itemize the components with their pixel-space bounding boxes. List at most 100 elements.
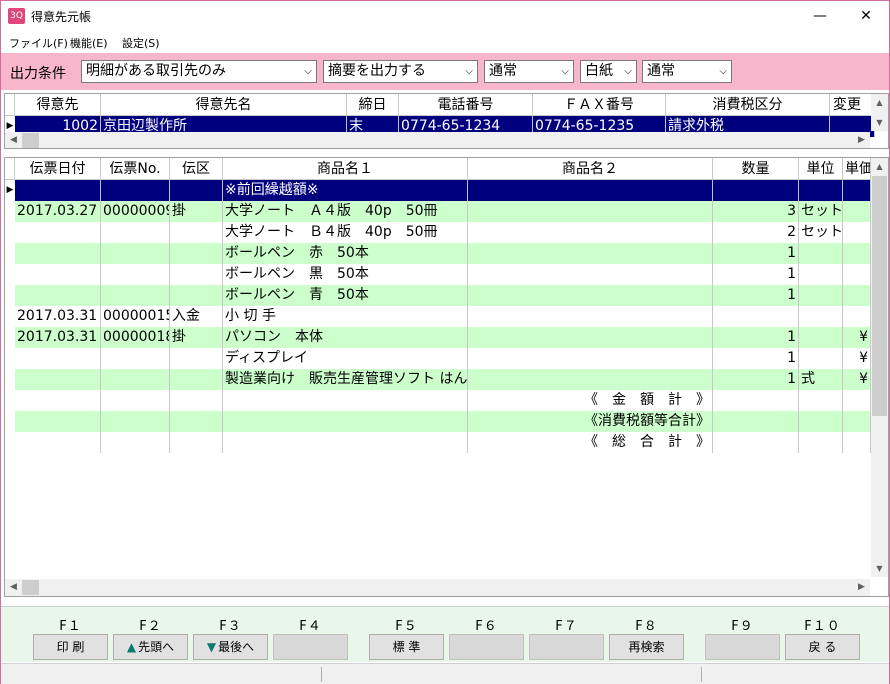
item-name-1-cell[interactable]: 製造業向け 販売生産管理ソフト はんばいＱ－Ｓ xyxy=(223,369,468,390)
slip-no-cell[interactable] xyxy=(101,264,170,285)
col-customer-code[interactable]: 得意先 xyxy=(15,94,101,116)
paper-select[interactable]: 白紙 ⌵ xyxy=(580,60,637,83)
slip-type-cell[interactable] xyxy=(170,264,223,285)
slip-date-cell[interactable] xyxy=(15,264,101,285)
slip-type-cell[interactable] xyxy=(170,390,223,411)
col-tax-type[interactable]: 消費税区分 xyxy=(666,94,830,116)
unit-price-cell[interactable] xyxy=(843,432,871,453)
slip-type-cell[interactable]: 入金 xyxy=(170,306,223,327)
unit-price-cell[interactable]: ¥ xyxy=(843,369,871,390)
col-slip-no[interactable]: 伝票No. xyxy=(101,158,170,180)
col-fax[interactable]: ＦＡＸ番号 xyxy=(533,94,666,116)
item-name-2-cell[interactable] xyxy=(468,201,713,222)
fkey-button-f3[interactable]: ▼ 最後へ xyxy=(193,634,268,660)
unit-price-cell[interactable]: ¥ xyxy=(843,327,871,348)
slip-type-cell[interactable] xyxy=(170,432,223,453)
slip-date-cell[interactable]: 2017.03.31 xyxy=(15,306,101,327)
item-name-1-cell[interactable]: ディスプレイ xyxy=(223,348,468,369)
quantity-cell[interactable]: 1 xyxy=(713,285,799,306)
detail-grid-vscrollbar[interactable]: ▲ ▼ xyxy=(871,158,888,577)
fkey-button-f4[interactable] xyxy=(273,634,348,660)
unit-cell[interactable]: セット xyxy=(799,222,843,243)
fkey-button-f7[interactable] xyxy=(529,634,604,660)
col-item-name-2[interactable]: 商品名２ xyxy=(468,158,713,180)
scroll-up-icon[interactable]: ▲ xyxy=(871,158,888,175)
slip-date-cell[interactable] xyxy=(15,243,101,264)
customer-grid-hscrollbar[interactable]: ◀ ▶ xyxy=(5,132,870,148)
slip-date-cell[interactable] xyxy=(15,369,101,390)
scroll-right-icon[interactable]: ▶ xyxy=(853,579,870,596)
slip-date-cell[interactable] xyxy=(15,390,101,411)
scroll-left-icon[interactable]: ◀ xyxy=(5,132,22,148)
col-closing-day[interactable]: 締日 xyxy=(347,94,399,116)
quantity-cell[interactable]: 1 xyxy=(713,243,799,264)
unit-cell[interactable] xyxy=(799,432,843,453)
scroll-left-icon[interactable]: ◀ xyxy=(5,579,22,596)
item-name-2-cell[interactable]: 《 総 合 計 》 xyxy=(468,432,713,453)
slip-type-cell[interactable] xyxy=(170,348,223,369)
quantity-cell[interactable]: 1 xyxy=(713,369,799,390)
slip-date-cell[interactable]: 2017.03.27 xyxy=(15,201,101,222)
quantity-cell[interactable] xyxy=(713,411,799,432)
slip-date-cell[interactable] xyxy=(15,180,101,201)
unit-price-cell[interactable] xyxy=(843,180,871,201)
detail-filter-select[interactable]: 明細がある取引先のみ ⌵ xyxy=(81,60,317,83)
menu-file[interactable]: ファイル(F) xyxy=(9,35,68,51)
menu-function[interactable]: 機能(E) xyxy=(70,35,108,51)
slip-no-cell[interactable] xyxy=(101,432,170,453)
quantity-cell[interactable] xyxy=(713,306,799,327)
scroll-down-icon[interactable]: ▼ xyxy=(871,560,888,577)
item-name-2-cell[interactable] xyxy=(468,264,713,285)
unit-price-cell[interactable] xyxy=(843,411,871,432)
scroll-thumb[interactable] xyxy=(22,133,39,148)
slip-no-cell[interactable] xyxy=(101,180,170,201)
unit-cell[interactable] xyxy=(799,390,843,411)
item-name-2-cell[interactable]: 《消費税額等合計》 xyxy=(468,411,713,432)
fkey-button-f8[interactable]: 再検索 xyxy=(609,634,684,660)
unit-cell[interactable] xyxy=(799,285,843,306)
unit-cell[interactable] xyxy=(799,264,843,285)
unit-price-cell[interactable] xyxy=(843,243,871,264)
unit-price-cell[interactable] xyxy=(843,264,871,285)
unit-cell[interactable] xyxy=(799,411,843,432)
item-name-1-cell[interactable]: ※前回繰越額※ xyxy=(223,180,468,201)
slip-type-cell[interactable] xyxy=(170,222,223,243)
customer-grid[interactable]: 得意先 得意先名 締日 電話番号 ＦＡＸ番号 消費税区分 変更 ▶ 1002 京… xyxy=(4,93,889,149)
quantity-cell[interactable] xyxy=(713,432,799,453)
col-quantity[interactable]: 数量 xyxy=(713,158,799,180)
col-slip-date[interactable]: 伝票日付 xyxy=(15,158,101,180)
col-slip-type[interactable]: 伝区 xyxy=(170,158,223,180)
item-name-1-cell[interactable]: 小 切 手 xyxy=(223,306,468,327)
unit-cell[interactable] xyxy=(799,348,843,369)
quantity-cell[interactable] xyxy=(713,390,799,411)
slip-date-cell[interactable] xyxy=(15,222,101,243)
slip-type-cell[interactable] xyxy=(170,411,223,432)
slip-type-cell[interactable] xyxy=(170,243,223,264)
slip-date-cell[interactable]: 2017.03.31 xyxy=(15,327,101,348)
slip-no-cell[interactable]: 00000009 xyxy=(101,201,170,222)
slip-date-cell[interactable] xyxy=(15,348,101,369)
col-customer-name[interactable]: 得意先名 xyxy=(101,94,347,116)
quantity-cell[interactable]: 1 xyxy=(713,327,799,348)
unit-price-cell[interactable] xyxy=(843,306,871,327)
scroll-right-icon[interactable]: ▶ xyxy=(853,132,870,148)
col-changed[interactable]: 変更 xyxy=(830,94,875,116)
slip-type-cell[interactable]: 掛 xyxy=(170,201,223,222)
slip-date-cell[interactable] xyxy=(15,285,101,306)
item-name-2-cell[interactable] xyxy=(468,348,713,369)
col-item-name-1[interactable]: 商品名１ xyxy=(223,158,468,180)
slip-no-cell[interactable] xyxy=(101,369,170,390)
fkey-button-f6[interactable] xyxy=(449,634,524,660)
scroll-down-icon[interactable]: ▼ xyxy=(871,114,888,131)
unit-cell[interactable] xyxy=(799,180,843,201)
close-button[interactable]: ✕ xyxy=(843,1,889,31)
slip-no-cell[interactable]: 00000015 xyxy=(101,306,170,327)
slip-type-cell[interactable] xyxy=(170,369,223,390)
unit-cell[interactable]: 式 xyxy=(799,369,843,390)
col-unit[interactable]: 単位 xyxy=(799,158,843,180)
quantity-cell[interactable]: 1 xyxy=(713,348,799,369)
scroll-thumb[interactable] xyxy=(22,580,39,595)
item-name-1-cell[interactable]: 大学ノート Ａ４版 40p 50冊 xyxy=(223,201,468,222)
memo-output-select[interactable]: 摘要を出力する ⌵ xyxy=(323,60,478,83)
unit-price-cell[interactable]: ¥ xyxy=(843,348,871,369)
